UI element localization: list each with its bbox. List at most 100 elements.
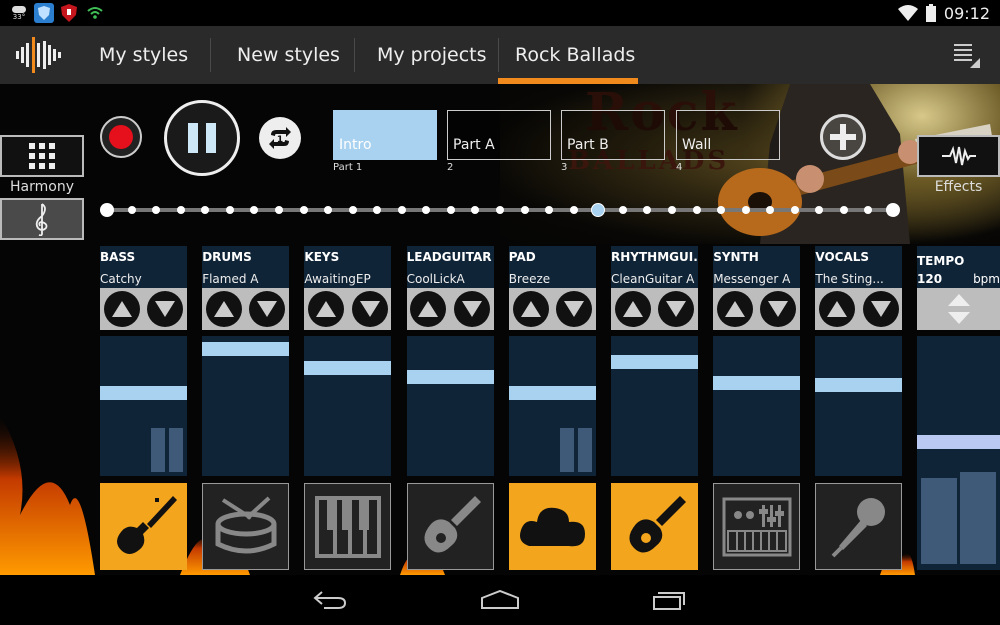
track-variation-stepper xyxy=(815,288,903,330)
variation-down-button[interactable] xyxy=(862,291,899,327)
top-app-bar: My styles New styles My projects Rock Ba… xyxy=(0,26,1000,84)
back-button[interactable] xyxy=(300,584,360,616)
track-header[interactable]: BASS Catchy xyxy=(100,246,187,288)
track-header[interactable]: RHYTHMGUI... CleanGuitar A xyxy=(611,246,698,288)
part-a[interactable]: Part A xyxy=(447,110,551,160)
track-volume-slider[interactable] xyxy=(508,336,596,476)
track-style-name: The Sting... xyxy=(815,272,884,286)
timeline-step xyxy=(127,206,136,214)
variation-down-button[interactable] xyxy=(147,291,184,327)
status-bar: 33° 09:12 xyxy=(0,0,1000,26)
timeline-step xyxy=(717,206,726,214)
track-instrument-button[interactable] xyxy=(713,483,801,570)
track-volume-level xyxy=(611,355,698,369)
track-drums: DRUMS Flamed A xyxy=(202,246,290,570)
tab-my-styles[interactable]: My styles xyxy=(99,26,188,84)
arrow-up-icon xyxy=(520,301,541,317)
variation-up-button[interactable] xyxy=(308,291,345,327)
track-style-name: AwaitingEP xyxy=(304,272,371,286)
timeline-step xyxy=(864,206,873,214)
track-volume-slider[interactable] xyxy=(304,336,392,476)
part-b[interactable]: Part B xyxy=(561,110,665,160)
wifi-app-icon xyxy=(86,3,104,23)
track-instrument-button[interactable] xyxy=(611,483,698,570)
timeline-cursor[interactable] xyxy=(591,203,606,217)
part-number: 4 xyxy=(676,162,683,173)
variation-up-button[interactable] xyxy=(819,291,856,327)
loop-button[interactable]: 1 xyxy=(259,117,301,159)
overflow-menu-icon[interactable] xyxy=(954,42,980,68)
track-header[interactable]: SYNTH Messenger A xyxy=(713,246,801,288)
effects-label: Effects xyxy=(934,179,983,195)
tab-rock-ballads[interactable]: Rock Ballads xyxy=(515,26,635,84)
variation-down-button[interactable] xyxy=(249,291,286,327)
part-wall[interactable]: Wall xyxy=(676,110,780,160)
variation-down-button[interactable] xyxy=(556,291,593,327)
effects-button[interactable] xyxy=(917,135,1000,177)
clef-button[interactable] xyxy=(0,198,84,240)
track-volume-slider[interactable] xyxy=(100,336,187,476)
track-instrument-button[interactable] xyxy=(100,483,187,570)
timeline-step xyxy=(348,206,357,214)
track-volume-slider[interactable] xyxy=(202,336,290,476)
variation-up-button[interactable] xyxy=(614,291,651,327)
tempo-slider[interactable] xyxy=(917,336,1000,570)
add-part-button[interactable] xyxy=(820,114,866,160)
track-name: DRUMS xyxy=(202,250,252,264)
timeline-step xyxy=(422,206,431,214)
variation-up-button[interactable] xyxy=(205,291,242,327)
track-header[interactable]: LEADGUITAR CoolLickA xyxy=(406,246,494,288)
track-instrument-button[interactable] xyxy=(508,483,596,570)
pause-button[interactable] xyxy=(164,100,240,176)
track-instrument-button[interactable] xyxy=(202,483,290,570)
plus-icon xyxy=(830,124,856,150)
timeline-step xyxy=(618,206,627,214)
variation-up-button[interactable] xyxy=(716,291,753,327)
track-header[interactable]: PAD Breeze xyxy=(508,246,596,288)
timeline-step xyxy=(446,206,455,214)
part-intro[interactable]: Intro xyxy=(333,110,437,160)
app-logo-icon[interactable] xyxy=(14,37,64,73)
arrow-down-icon xyxy=(666,301,687,317)
tab-new-styles[interactable]: New styles xyxy=(237,26,340,84)
track-instrument-button[interactable] xyxy=(815,483,903,570)
track-header[interactable]: DRUMS Flamed A xyxy=(202,246,290,288)
variation-down-button[interactable] xyxy=(760,291,797,327)
track-header[interactable]: VOCALS The Sting... xyxy=(815,246,903,288)
timeline-step xyxy=(741,206,750,214)
track-header[interactable]: KEYS AwaitingEP xyxy=(304,246,392,288)
repeat-one-icon: 1 xyxy=(269,127,291,149)
track-name: BASS xyxy=(100,250,136,264)
track-paused-icon xyxy=(559,428,592,472)
variation-up-button[interactable] xyxy=(410,291,447,327)
record-button[interactable] xyxy=(100,116,142,158)
harmony-label: Harmony xyxy=(10,179,74,195)
wifi-icon xyxy=(897,5,918,21)
track-volume-slider[interactable] xyxy=(611,336,698,476)
variation-down-button[interactable] xyxy=(453,291,490,327)
track-volume-slider[interactable] xyxy=(406,336,494,476)
track-volume-slider[interactable] xyxy=(713,336,801,476)
variation-up-button[interactable] xyxy=(103,291,140,327)
tempo-unit: bpm xyxy=(973,272,1000,286)
timeline-end xyxy=(100,203,114,217)
recents-button[interactable] xyxy=(640,584,700,616)
tempo-stepper[interactable] xyxy=(917,288,1000,330)
tab-my-projects[interactable]: My projects xyxy=(377,26,487,84)
variation-down-button[interactable] xyxy=(351,291,388,327)
arrow-down-icon xyxy=(257,301,278,317)
treble-clef-icon xyxy=(35,203,48,236)
song-timeline[interactable] xyxy=(100,203,900,217)
acoustic-guitar-icon xyxy=(417,494,483,560)
variation-up-button[interactable] xyxy=(512,291,549,327)
variation-down-button[interactable] xyxy=(658,291,695,327)
part-name: Part A xyxy=(453,137,495,153)
arrow-up-icon xyxy=(213,301,234,317)
harmony-button[interactable] xyxy=(0,135,84,177)
navigation-bar xyxy=(0,575,1000,625)
track-instrument-button[interactable] xyxy=(406,483,494,570)
track-instrument-button[interactable] xyxy=(304,483,392,570)
track-volume-slider[interactable] xyxy=(815,336,903,476)
home-button[interactable] xyxy=(470,584,530,616)
track-style-name: CoolLickA xyxy=(406,272,465,286)
